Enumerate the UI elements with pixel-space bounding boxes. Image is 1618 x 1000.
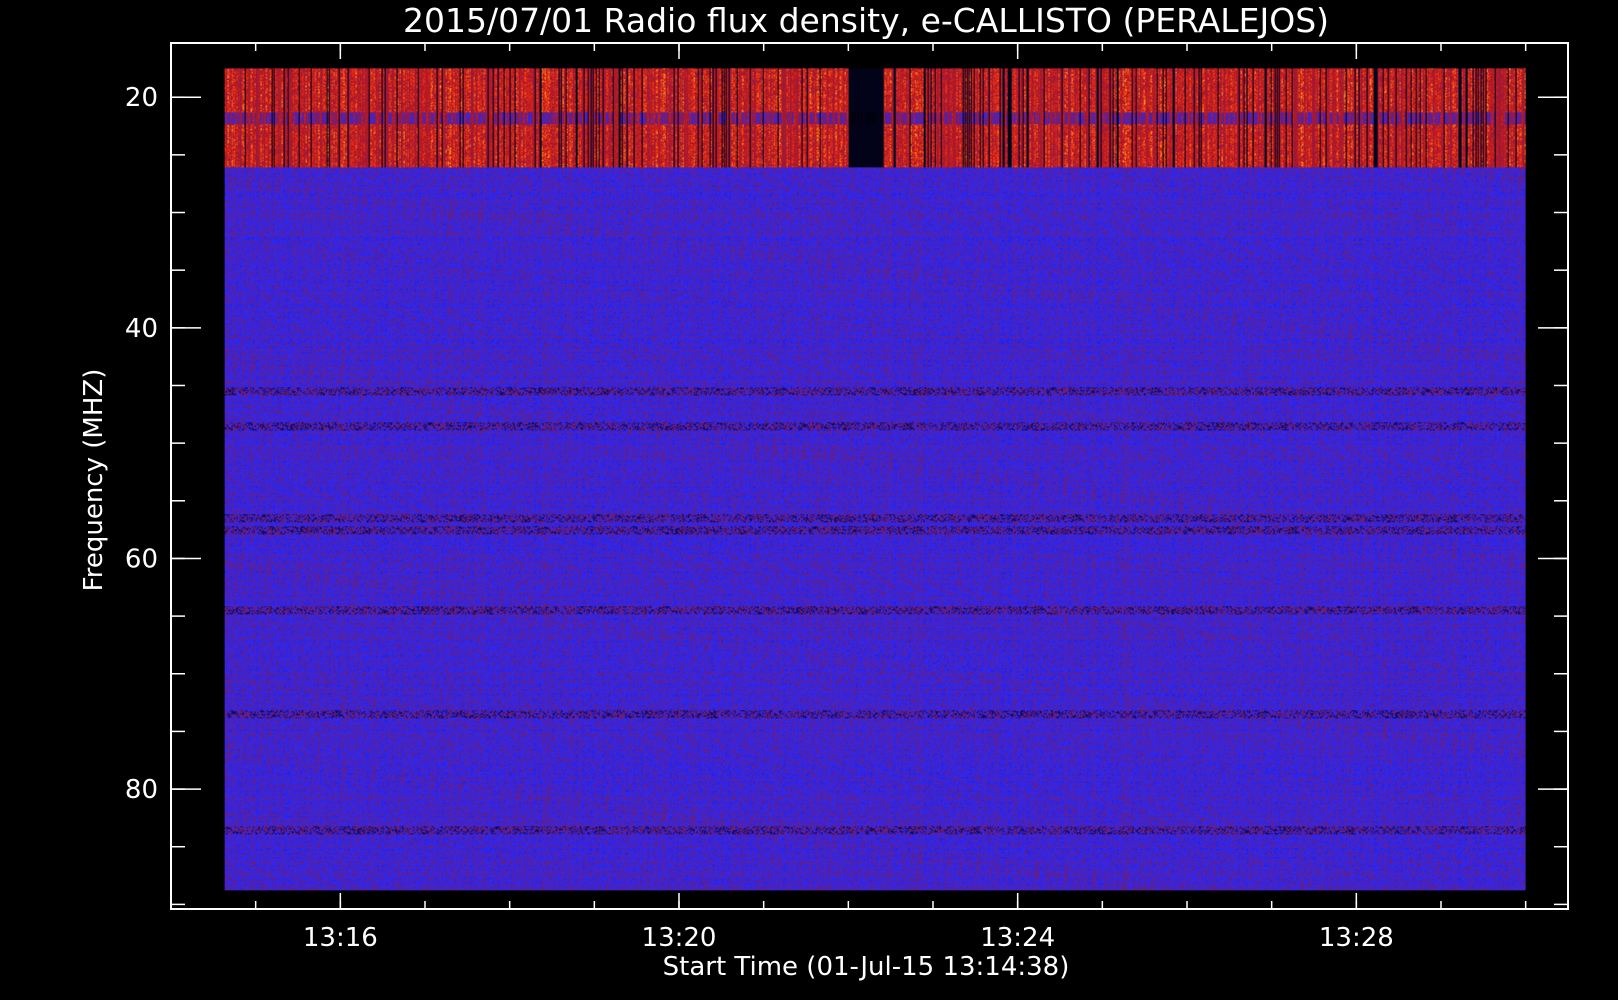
x-tick-label: 13:24 — [980, 923, 1055, 953]
x-axis-label: Start Time (01-Jul-15 13:14:38) — [663, 952, 1070, 982]
chart-title: 2015/07/01 Radio flux density, e-CALLIST… — [403, 1, 1329, 40]
x-tick-label: 13:28 — [1319, 923, 1394, 953]
y-tick-label: 60 — [125, 544, 158, 574]
spectrogram-image — [224, 68, 1526, 891]
y-tick-label: 20 — [125, 83, 158, 113]
spectrogram-chart: 2015/07/01 Radio flux density, e-CALLIST… — [79, 1, 1569, 982]
y-tick-label: 80 — [125, 775, 158, 805]
x-tick-label: 13:16 — [303, 923, 378, 953]
spectrogram-heatmap — [224, 68, 1526, 891]
x-tick-label: 13:20 — [642, 923, 717, 953]
y-tick-label: 40 — [125, 314, 158, 344]
y-axis-label: Frequency (MHZ) — [79, 369, 109, 592]
